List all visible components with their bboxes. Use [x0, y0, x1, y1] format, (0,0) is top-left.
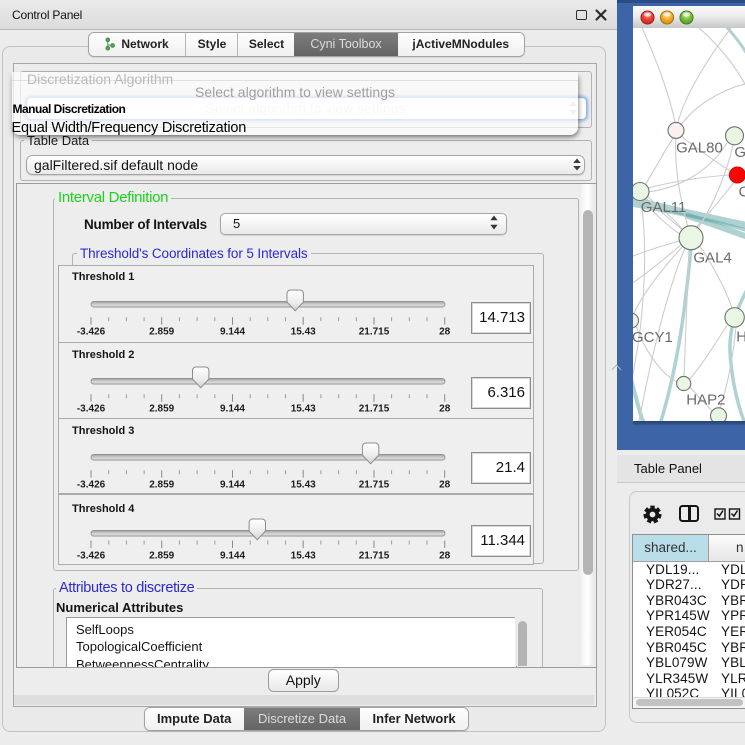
svg-text:28: 28 [439, 403, 451, 414]
svg-text:28: 28 [439, 326, 451, 337]
svg-text:21.715: 21.715 [359, 403, 390, 414]
svg-text:15.43: 15.43 [291, 479, 316, 490]
svg-text:2.859: 2.859 [149, 550, 174, 561]
svg-text:28: 28 [439, 479, 451, 490]
svg-text:GCY1: GCY1 [633, 329, 673, 346]
svg-text:H: H [736, 329, 745, 346]
svg-text:GAL11: GAL11 [641, 199, 687, 216]
svg-text:21.715: 21.715 [359, 326, 390, 337]
svg-text:21.715: 21.715 [359, 550, 390, 561]
svg-text:21.715: 21.715 [359, 479, 390, 490]
svg-text:9.144: 9.144 [220, 479, 245, 490]
svg-text:15.43: 15.43 [291, 326, 316, 337]
svg-text:2.859: 2.859 [149, 403, 174, 414]
svg-text:GAL80: GAL80 [676, 140, 723, 157]
svg-text:-3.426: -3.426 [77, 403, 106, 414]
svg-text:-3.426: -3.426 [77, 479, 106, 490]
svg-text:15.43: 15.43 [291, 550, 316, 561]
svg-text:28: 28 [439, 550, 451, 561]
svg-text:9.144: 9.144 [220, 403, 245, 414]
svg-text:2.859: 2.859 [149, 479, 174, 490]
svg-text:15.43: 15.43 [291, 403, 316, 414]
svg-text:GAL4: GAL4 [693, 249, 731, 266]
svg-text:9.144: 9.144 [220, 326, 245, 337]
svg-text:9.144: 9.144 [220, 550, 245, 561]
svg-text:-3.426: -3.426 [77, 326, 106, 337]
svg-text:C: C [739, 184, 745, 201]
svg-text:-3.426: -3.426 [77, 550, 106, 561]
svg-text:2.859: 2.859 [149, 326, 174, 337]
svg-text:HAP2: HAP2 [686, 391, 725, 408]
svg-text:GA: GA [734, 144, 745, 161]
